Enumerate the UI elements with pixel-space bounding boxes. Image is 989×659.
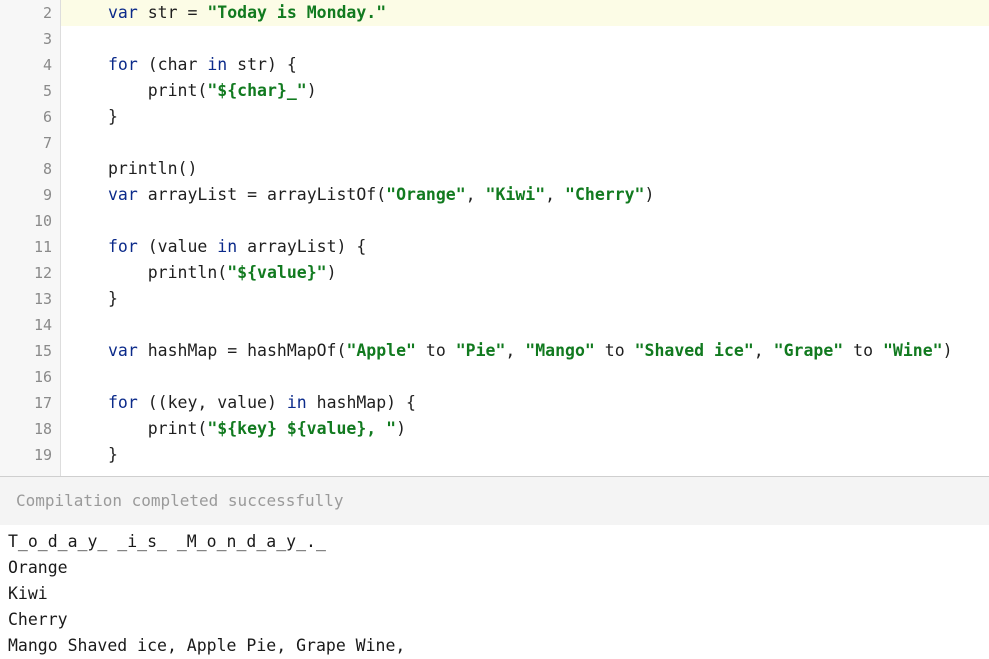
code-token: ) [326,263,337,282]
keyword-token: in [207,55,228,74]
code-line: var arrayList = arrayListOf("Orange", "K… [108,182,654,208]
console-output: T_o_d_a_y_ _i_s_ _M_o_n_d_a_y_._ Orange Ki… [0,525,989,659]
output-line: Mango Shaved ice, Apple Pie, Grape Wine, [8,636,406,655]
code-token: hashMap) { [306,393,416,412]
keyword-token: var [108,3,138,22]
keyword-token: for [108,393,138,412]
keyword-token: for [108,55,138,74]
output-line: Cherry [8,610,68,629]
code-token: str) { [227,55,297,74]
line-number: 18 [33,420,52,438]
line-number: 2 [42,4,52,22]
string-token: "${char}_" [207,81,307,100]
string-token: "${key} ${value}, " [207,419,397,438]
line-number: 17 [33,394,52,412]
output-line: Kiwi [8,584,48,603]
code-line: println() [108,156,197,182]
keyword-token: for [108,237,138,256]
code-token: , [465,185,486,204]
string-token: "Apple" [346,341,416,360]
output-line: Orange [8,558,68,577]
status-bar: Compilation completed successfully [0,477,989,525]
string-token: "Shaved ice" [634,341,754,360]
line-number: 5 [42,82,52,100]
compilation-status: Compilation completed successfully [16,491,344,510]
output-line: T_o_d_a_y_ _i_s_ _M_o_n_d_a_y_._ [8,532,326,551]
line-number: 19 [33,446,52,464]
line-number: 3 [42,30,52,48]
code-token: ) [396,419,407,438]
code-token: (value [137,237,218,256]
string-token: "Today is Monday." [207,3,387,22]
code-token: } [108,445,118,464]
code-token: to [843,341,883,360]
code-line: } [108,442,118,468]
code-token: to [594,341,635,360]
line-number: 7 [42,134,52,152]
keyword-token: in [286,393,307,412]
keyword-token: var [108,185,138,204]
code-token: ((key, value) [137,393,287,412]
line-number: 6 [42,108,52,126]
line-number: 12 [33,264,52,282]
line-number: 4 [42,56,52,74]
code-line: } [108,286,118,312]
code-token: arrayList) { [237,237,367,256]
code-token: println( [108,263,228,282]
code-line: } [108,104,118,130]
code-line: var hashMap = hashMapOf("Apple" to "Pie"… [108,338,953,364]
code-token: , [753,341,774,360]
code-token: } [108,289,118,308]
line-number: 10 [33,212,52,230]
line-number: 13 [33,290,52,308]
code-token: print( [108,419,208,438]
string-token: "Pie" [455,341,506,360]
code-line: println("${value}") [108,260,337,286]
code-line: for (char in str) { [108,52,297,78]
code-token: to [415,341,456,360]
line-number: 9 [42,186,52,204]
code-token: ) [644,185,655,204]
line-number: 14 [33,316,52,334]
line-number: 16 [33,368,52,386]
code-token: str = [137,3,208,22]
string-token: "Grape" [773,341,844,360]
code-line: print("${key} ${value}, ") [108,416,406,442]
string-token: "Kiwi" [485,185,546,204]
code-token: , [505,341,526,360]
string-token: "${value}" [227,263,327,282]
line-number: 8 [42,160,52,178]
code-token: } [108,107,118,126]
string-token: "Cherry" [565,185,645,204]
code-line: for ((key, value) in hashMap) { [108,390,416,416]
code-editor[interactable]: 2 3 4 5 6 7 8 9 10 11 12 13 14 15 16 17 18 19 var str = "… [0,0,989,477]
line-number-gutter: 2 3 4 5 6 7 8 9 10 11 12 13 14 15 16 17 18 19 [0,0,61,476]
code-token: ) [942,341,953,360]
code-token: arrayList = arrayListOf( [137,185,387,204]
code-token: println() [108,159,198,178]
code-token: print( [108,81,208,100]
keyword-token: in [217,237,238,256]
string-token: "Mango" [525,341,595,360]
code-line: var str = "Today is Monday." [108,0,386,26]
line-number: 11 [33,238,52,256]
code-line: print("${char}_") [108,78,317,104]
code-line: for (value in arrayList) { [108,234,366,260]
line-number: 15 [33,342,52,360]
code-token: hashMap = hashMapOf( [137,341,347,360]
string-token: "Wine" [882,341,943,360]
keyword-token: var [108,341,138,360]
code-token: , [545,185,566,204]
string-token: "Orange" [386,185,466,204]
code-token: ) [306,81,317,100]
code-token: (char [137,55,208,74]
